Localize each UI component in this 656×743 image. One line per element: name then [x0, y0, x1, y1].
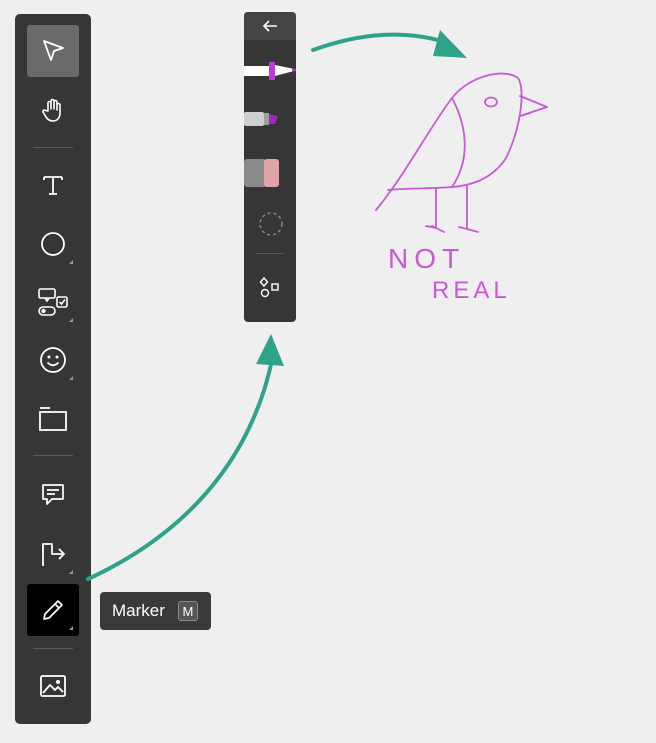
arrowhead — [256, 334, 284, 366]
annotation-arrows — [86, 30, 467, 581]
drawing-text-real: REAL — [432, 277, 511, 304]
canvas-overlay: NOT REAL — [86, 30, 548, 581]
arrowhead — [433, 30, 467, 58]
bird-drawing — [375, 72, 548, 233]
annotation-arrow — [311, 32, 447, 52]
drawing-text-not: NOT — [388, 243, 465, 274]
annotation-arrow — [86, 358, 274, 581]
